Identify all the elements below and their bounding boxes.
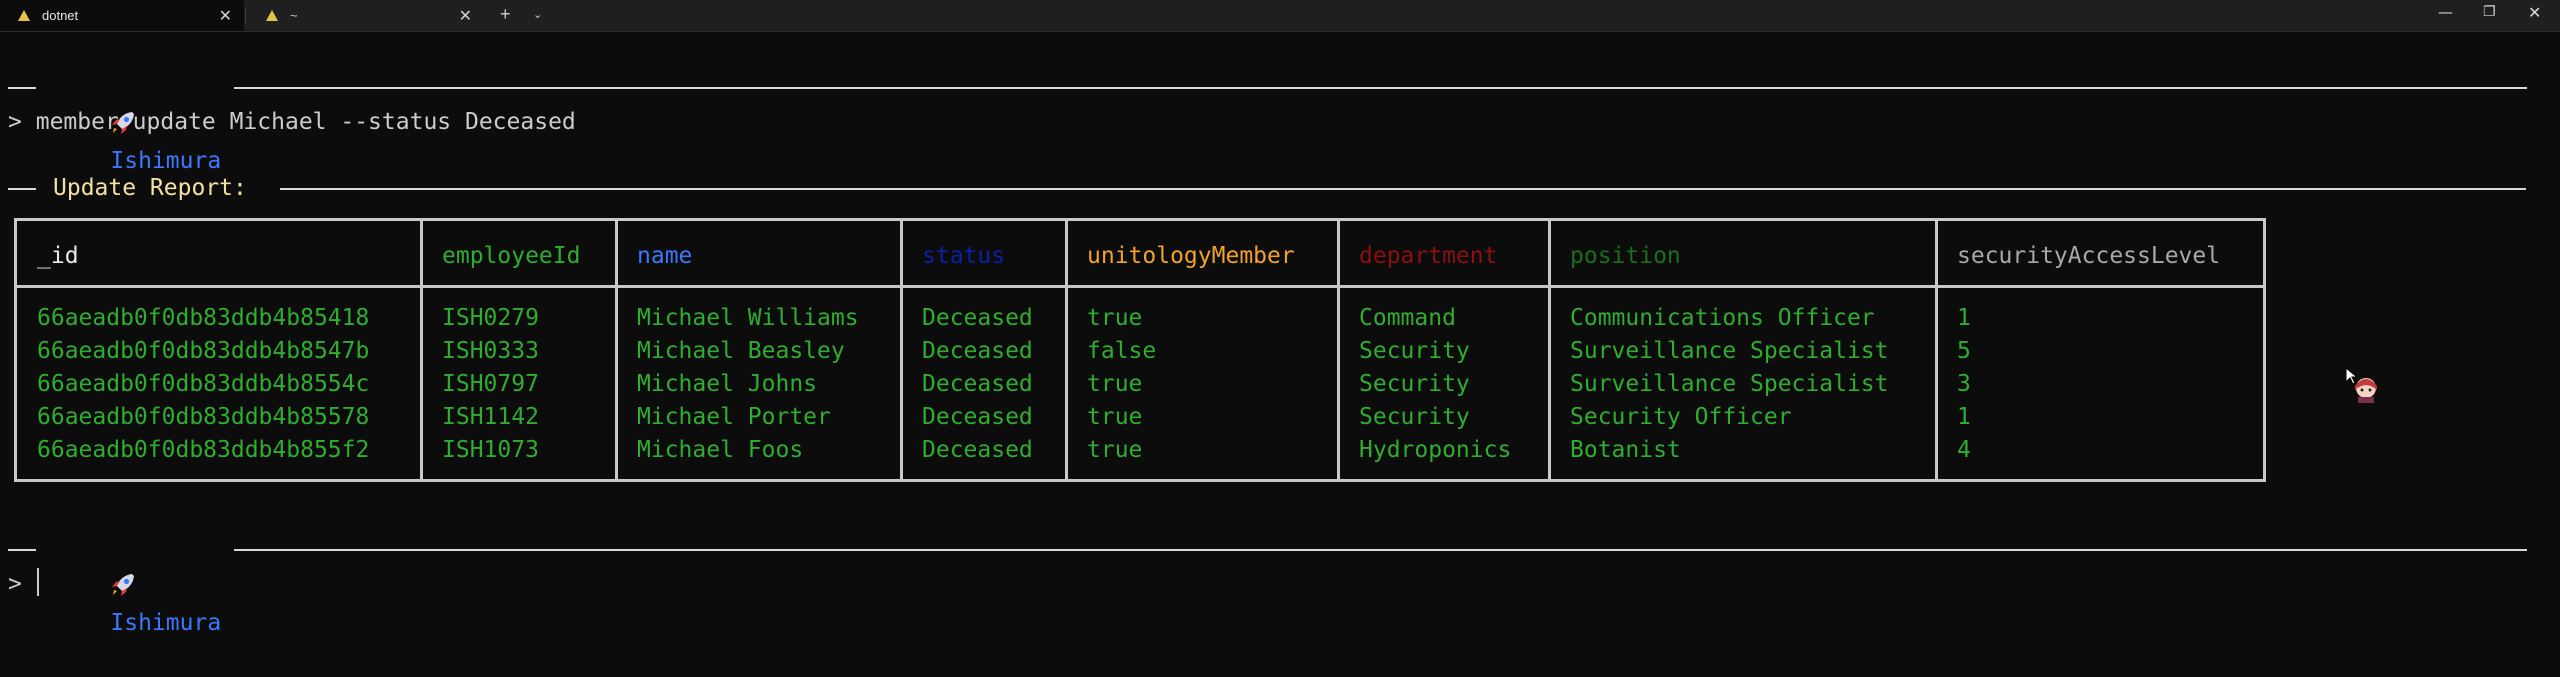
column-header-security-access-level: securityAccessLevel <box>1957 243 2221 269</box>
cell-unitology-member: true <box>1087 371 1143 397</box>
divider <box>234 549 2527 551</box>
cell-department: Command <box>1359 305 1456 331</box>
cell-unitology-member: true <box>1087 437 1143 463</box>
mouse-pointer-icon <box>2346 368 2377 403</box>
cell-unitology-member: true <box>1087 404 1143 430</box>
column-divider <box>900 221 903 479</box>
prompt-line[interactable]: > <box>8 566 22 602</box>
column-header-position: position <box>1570 243 1681 269</box>
cell-position: Surveillance Specialist <box>1570 371 1889 397</box>
cell-status: Deceased <box>922 305 1033 331</box>
divider <box>8 549 36 551</box>
column-header-id: _id <box>37 243 79 269</box>
column-header-employee-id: employeeId <box>442 243 581 269</box>
tab-label: dotnet <box>42 8 79 23</box>
cell-status: Deceased <box>922 338 1033 364</box>
divider <box>280 188 2526 190</box>
cell-department: Security <box>1359 371 1470 397</box>
cell-status: Deceased <box>922 437 1033 463</box>
cell-name: Michael Porter <box>637 404 831 430</box>
maximize-button[interactable]: ❐ <box>2483 4 2496 20</box>
report-title: Update Report: <box>53 175 247 201</box>
cell-security-access-level: 3 <box>1957 371 1971 397</box>
command-line: > member update Michael --status Decease… <box>8 104 576 140</box>
command-text[interactable]: member update Michael --status Deceased <box>36 109 576 135</box>
cell-department: Hydroponics <box>1359 437 1512 463</box>
rocket-icon <box>112 574 135 596</box>
cell-employee-id: ISH0333 <box>442 338 539 364</box>
column-divider <box>1065 221 1068 479</box>
new-tab-button[interactable]: + <box>500 4 511 25</box>
cell-name: Michael Foos <box>637 437 804 463</box>
column-divider <box>420 221 423 479</box>
cell-security-access-level: 1 <box>1957 404 1971 430</box>
title-bar: dotnet ✕ ~ ✕ + ⌄ — ❐ ✕ <box>0 0 2560 32</box>
cell-status: Deceased <box>922 404 1033 430</box>
tab-divider <box>245 8 246 24</box>
cell-name: Michael Johns <box>637 371 818 397</box>
linux-tux-icon <box>18 10 30 21</box>
cell-position: Botanist <box>1570 437 1681 463</box>
cell-employee-id: ISH0279 <box>442 305 539 331</box>
close-button[interactable]: ✕ <box>2528 3 2541 22</box>
column-divider <box>1337 221 1340 479</box>
column-divider <box>615 221 618 479</box>
column-header-status: status <box>922 243 1006 269</box>
tab-home[interactable]: ~ ✕ <box>248 0 482 31</box>
cell-id: 66aeadb0f0db83ddb4b8547b <box>37 338 370 364</box>
table-header-row: _id employeeId name status unitologyMember de… <box>17 221 2263 288</box>
column-header-unitology-member: unitologyMember <box>1087 243 1295 269</box>
column-divider <box>1548 221 1551 479</box>
divider <box>8 188 36 190</box>
cell-unitology-member: false <box>1087 338 1157 364</box>
text-cursor <box>37 568 39 596</box>
cell-employee-id: ISH1073 <box>442 437 539 463</box>
cell-id: 66aeadb0f0db83ddb4b8554c <box>37 371 370 397</box>
tab-close-icon[interactable]: ✕ <box>219 6 232 26</box>
header-title: Ishimura <box>110 610 222 636</box>
cell-position: Communications Officer <box>1570 305 1875 331</box>
tab-dotnet[interactable]: dotnet ✕ <box>0 0 244 31</box>
cell-security-access-level: 5 <box>1957 338 1971 364</box>
cell-department: Security <box>1359 404 1470 430</box>
cell-unitology-member: true <box>1087 305 1143 331</box>
divider <box>234 87 2527 89</box>
cell-id: 66aeadb0f0db83ddb4b85418 <box>37 305 370 331</box>
cell-id: 66aeadb0f0db83ddb4b85578 <box>37 404 370 430</box>
cell-employee-id: ISH1142 <box>442 404 539 430</box>
cell-position: Security Officer <box>1570 404 1792 430</box>
tab-label: ~ <box>290 8 298 23</box>
column-header-name: name <box>637 243 693 269</box>
prompt-symbol: > <box>8 571 22 597</box>
update-report-table: _id employeeId name status unitologyMember de… <box>14 218 2266 482</box>
divider <box>8 87 36 89</box>
tab-dropdown-button[interactable]: ⌄ <box>533 8 542 21</box>
minimize-button[interactable]: — <box>2438 3 2453 21</box>
cell-department: Security <box>1359 338 1470 364</box>
tab-close-icon[interactable]: ✕ <box>459 6 472 26</box>
cell-position: Surveillance Specialist <box>1570 338 1889 364</box>
cell-name: Michael Williams <box>637 305 859 331</box>
cell-employee-id: ISH0797 <box>442 371 539 397</box>
cell-security-access-level: 4 <box>1957 437 1971 463</box>
column-header-department: department <box>1359 243 1498 269</box>
cell-status: Deceased <box>922 371 1033 397</box>
cell-security-access-level: 1 <box>1957 305 1971 331</box>
column-divider <box>1935 221 1938 479</box>
cell-id: 66aeadb0f0db83ddb4b855f2 <box>37 437 370 463</box>
linux-tux-icon <box>266 10 278 21</box>
prompt-symbol: > <box>8 109 22 135</box>
cell-name: Michael Beasley <box>637 338 845 364</box>
